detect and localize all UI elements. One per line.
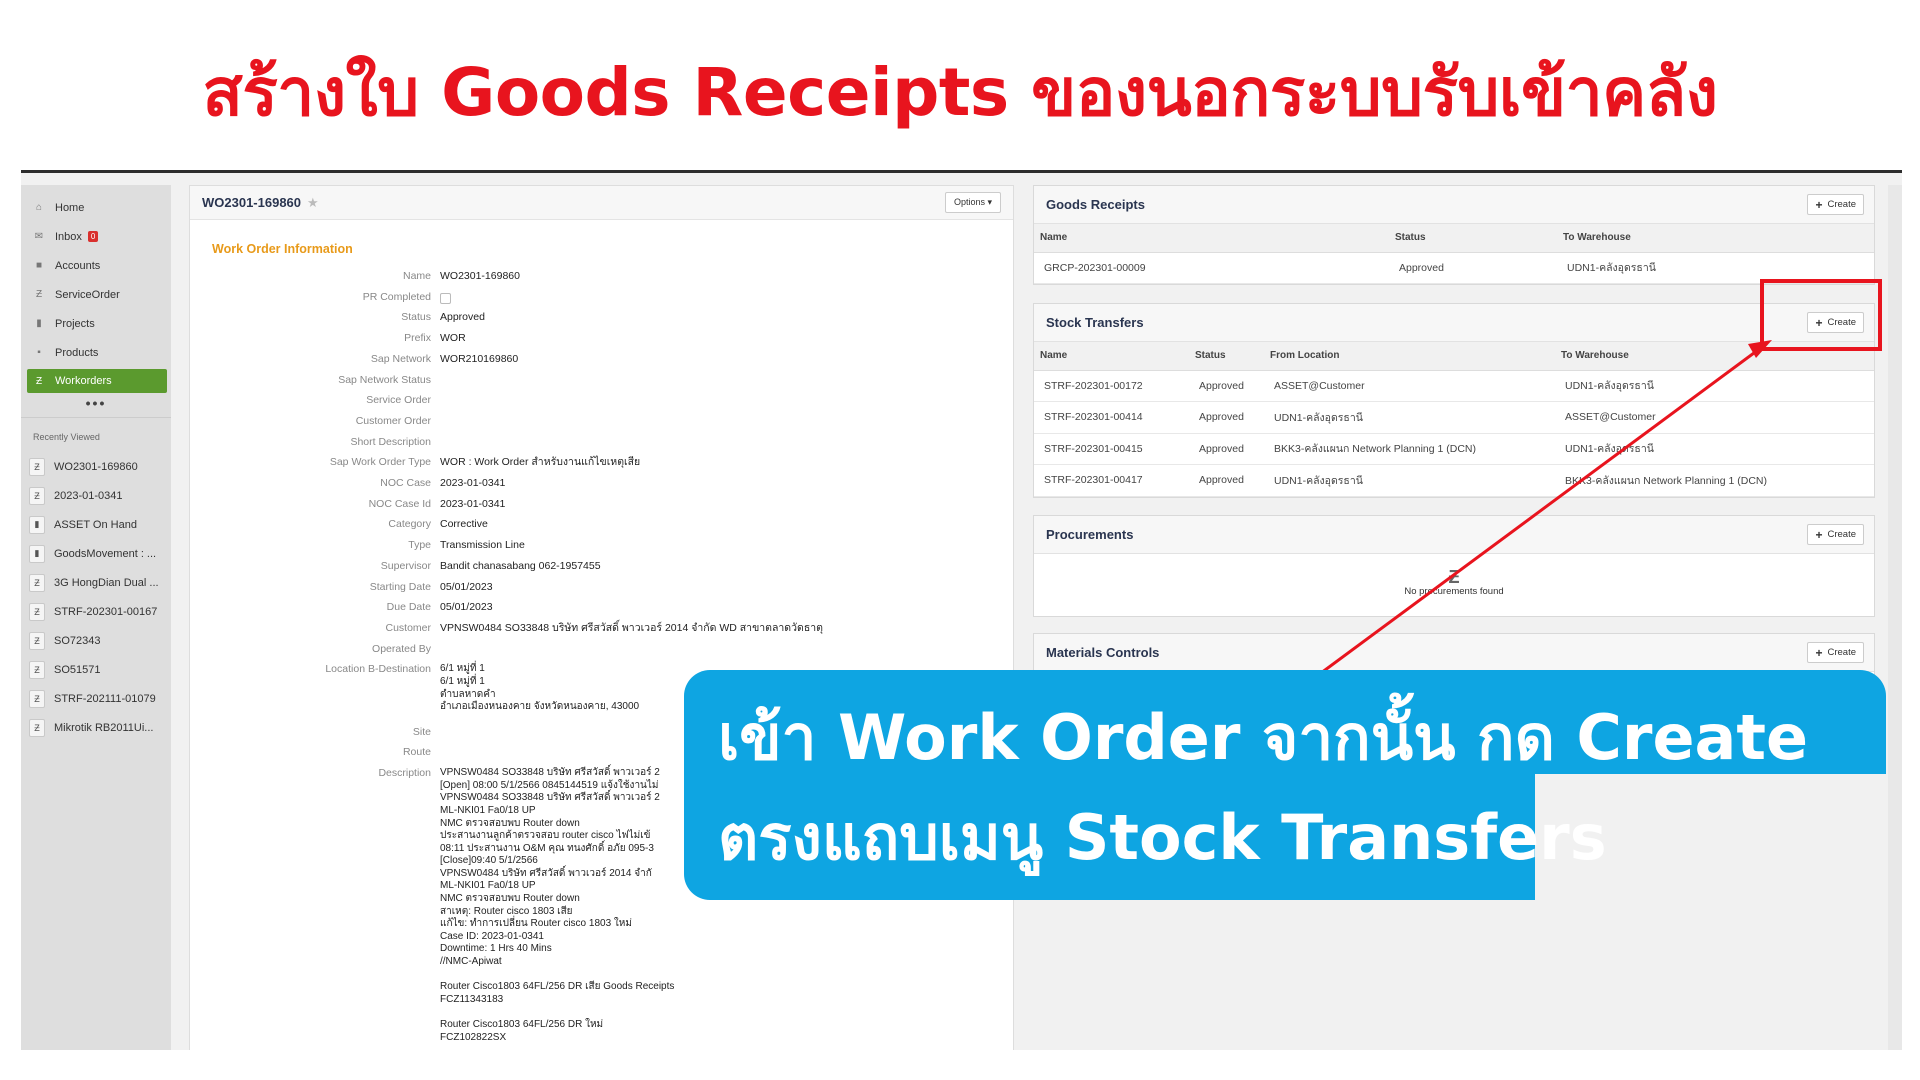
instruction-line-1: เข้า Work Order จากนั้น กด Create [718,701,1809,774]
pointer-arrow [1297,340,1772,692]
instruction-line-2: ตรงแถบเมนู Stock Transfers [718,801,1607,874]
instruction-text: เข้า Work Order จากนั้น กด Create ตรงแถบ… [718,688,1808,888]
